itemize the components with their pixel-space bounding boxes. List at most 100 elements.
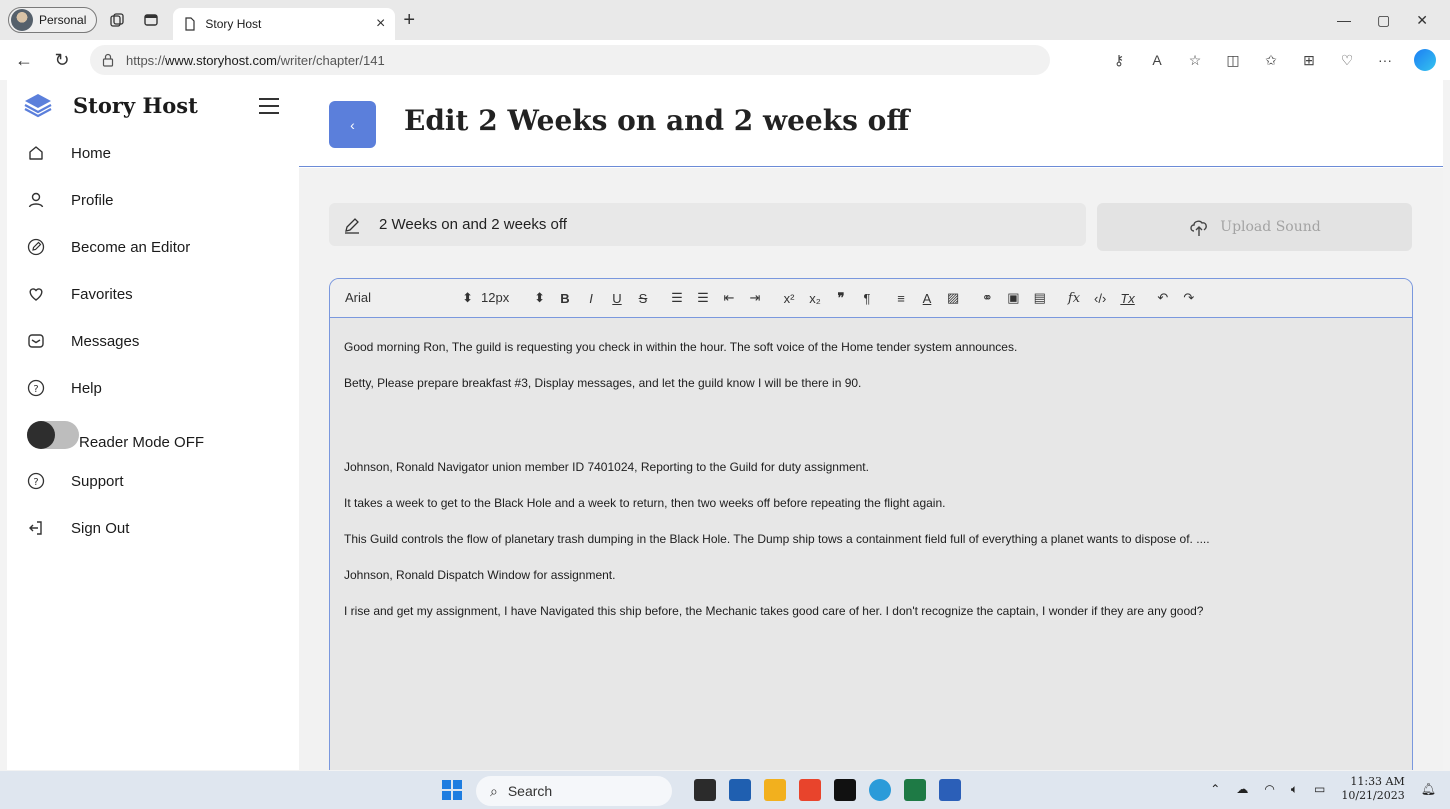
bold-icon[interactable]: B: [559, 291, 571, 306]
url-host: www.storyhost.com: [165, 52, 278, 68]
notification-bell-icon[interactable]: 🔔︎: [1421, 782, 1436, 796]
file-explorer-icon[interactable]: [764, 779, 786, 801]
browser-tab-bar: Personal Story Host × + — ▢ ✕: [0, 0, 1450, 40]
restore-icon[interactable]: ▢: [1377, 12, 1390, 29]
blockquote-icon[interactable]: ❞: [835, 290, 847, 306]
sidebar-item-profile[interactable]: Profile: [27, 191, 114, 209]
help-icon: ?: [27, 379, 45, 397]
link-icon[interactable]: ⚭: [981, 290, 993, 306]
outdent-icon[interactable]: ⇤: [723, 290, 735, 306]
wifi-icon[interactable]: ◠: [1264, 782, 1274, 796]
sidebar-item-sign-out[interactable]: Sign Out: [27, 519, 129, 537]
back-arrow-icon[interactable]: ←: [10, 46, 38, 74]
underline-icon[interactable]: U: [611, 291, 623, 306]
reader-mode-toggle[interactable]: [27, 420, 79, 449]
windows-start-icon[interactable]: [442, 780, 462, 800]
edge-icon[interactable]: [869, 779, 891, 801]
sidebar-item-messages[interactable]: Messages: [27, 332, 139, 350]
chapter-title-value: 2 Weeks on and 2 weeks off: [379, 216, 567, 233]
font-select-value: Arial: [345, 290, 372, 305]
editor-paragraph: I rise and get my assignment, I have Nav…: [344, 604, 1204, 618]
svg-text:?: ?: [33, 477, 38, 488]
code-block-icon[interactable]: ‹/›: [1094, 291, 1106, 306]
favorites-list-icon[interactable]: ✩: [1262, 51, 1280, 69]
back-button[interactable]: ‹: [329, 101, 376, 148]
chapter-title-field[interactable]: 2 Weeks on and 2 weeks off: [329, 203, 1086, 246]
background-color-icon[interactable]: ▨: [947, 290, 959, 306]
netflix-icon[interactable]: [834, 779, 856, 801]
store-icon[interactable]: [729, 779, 751, 801]
tab-story-host[interactable]: Story Host ×: [173, 8, 396, 40]
profile-button[interactable]: Personal: [8, 7, 98, 33]
copilot-icon[interactable]: [1414, 49, 1436, 71]
battery-icon[interactable]: ▭: [1314, 782, 1325, 796]
page-title: Edit 2 Weeks on and 2 weeks off: [404, 104, 910, 137]
reader-mode-toggle-row[interactable]: Reader Mode OFF: [27, 418, 204, 451]
select-arrows-icon: ⬍: [462, 290, 473, 305]
sidebar-item-favorites[interactable]: Favorites: [27, 285, 133, 303]
clock-time: 11:33 AM: [1350, 775, 1405, 788]
undo-icon[interactable]: ↶: [1157, 290, 1169, 306]
main-panel: ‹ Edit 2 Weeks on and 2 weeks off 2 Week…: [299, 80, 1443, 770]
brand[interactable]: Story Host: [23, 92, 198, 118]
sidebar-item-become-editor[interactable]: Become an Editor: [27, 238, 190, 256]
upload-sound-label: Upload Sound: [1220, 219, 1321, 235]
sign-out-icon: [29, 521, 42, 535]
read-aloud-icon[interactable]: A: [1148, 51, 1166, 69]
new-tab-icon[interactable]: +: [403, 9, 415, 32]
workspaces-icon[interactable]: [103, 6, 131, 34]
editor-paragraph: Johnson, Ronald Navigator union member I…: [344, 460, 869, 474]
font-size-value: 12px: [481, 290, 510, 305]
unordered-list-icon[interactable]: ☰: [697, 290, 709, 306]
clock[interactable]: 11:33 AM 10/21/2023: [1341, 775, 1404, 803]
task-view-icon[interactable]: [694, 779, 716, 801]
indent-icon[interactable]: ⇥: [749, 290, 761, 306]
sidebar-item-help[interactable]: ? Help: [27, 379, 102, 397]
formula-icon[interactable]: fx: [1068, 291, 1080, 306]
text-direction-icon[interactable]: ¶: [861, 291, 873, 306]
chevron-up-icon[interactable]: ⌃: [1210, 782, 1220, 796]
sidebar-item-support[interactable]: ? Support: [27, 472, 124, 490]
strikethrough-icon[interactable]: S: [637, 291, 649, 306]
browser-essentials-icon[interactable]: ♡: [1338, 51, 1356, 69]
menu-icon[interactable]: [259, 98, 279, 119]
taskbar-search[interactable]: ⌕ Search: [476, 776, 672, 806]
font-size-select[interactable]: 12px ⬍: [481, 290, 545, 306]
excel-icon[interactable]: [904, 779, 926, 801]
toggle-knob: [27, 420, 55, 449]
refresh-icon[interactable]: ↻: [48, 46, 76, 74]
font-select[interactable]: Arial ⬍: [345, 290, 473, 306]
align-icon[interactable]: ≡: [895, 291, 907, 306]
sidebar-item-home[interactable]: Home: [27, 144, 111, 162]
minimize-icon[interactable]: —: [1337, 12, 1351, 29]
office-icon[interactable]: [799, 779, 821, 801]
search-icon: ⌕: [490, 782, 498, 799]
close-window-icon[interactable]: ✕: [1416, 12, 1428, 29]
superscript-icon[interactable]: x²: [783, 291, 795, 306]
close-tab-icon[interactable]: ×: [376, 15, 385, 33]
window-controls: — ▢ ✕: [1337, 12, 1450, 29]
url-bar[interactable]: https://www.storyhost.com/writer/chapter…: [90, 45, 1050, 75]
italic-icon[interactable]: I: [585, 291, 597, 306]
text-color-icon[interactable]: A: [921, 291, 933, 306]
volume-icon[interactable]: 🔈︎: [1291, 782, 1298, 797]
editor-body[interactable]: Good morning Ron, The guild is requestin…: [330, 318, 1412, 662]
subscript-icon[interactable]: x₂: [809, 291, 821, 306]
collections-icon[interactable]: ⊞: [1300, 51, 1318, 69]
image-icon[interactable]: ▣: [1007, 290, 1019, 306]
tab-actions-icon[interactable]: [137, 6, 165, 34]
more-icon[interactable]: ···: [1376, 51, 1394, 69]
heart-icon: [29, 288, 43, 301]
word-icon[interactable]: [939, 779, 961, 801]
cloud-icon[interactable]: ☁: [1236, 782, 1248, 796]
video-icon[interactable]: ▤: [1034, 290, 1046, 306]
key-icon[interactable]: ⚷: [1110, 51, 1128, 69]
split-screen-icon[interactable]: ◫: [1224, 51, 1242, 69]
clear-format-icon[interactable]: Tx: [1120, 291, 1134, 306]
upload-sound-button[interactable]: Upload Sound: [1097, 203, 1412, 251]
ordered-list-icon[interactable]: ☰: [671, 290, 683, 306]
page-icon: [185, 17, 195, 31]
favorite-star-icon[interactable]: ☆: [1186, 51, 1204, 69]
redo-icon[interactable]: ↷: [1183, 290, 1195, 306]
browser-toolbar-icons: ⚷ A ☆ ◫ ✩ ⊞ ♡ ···: [1110, 49, 1450, 71]
